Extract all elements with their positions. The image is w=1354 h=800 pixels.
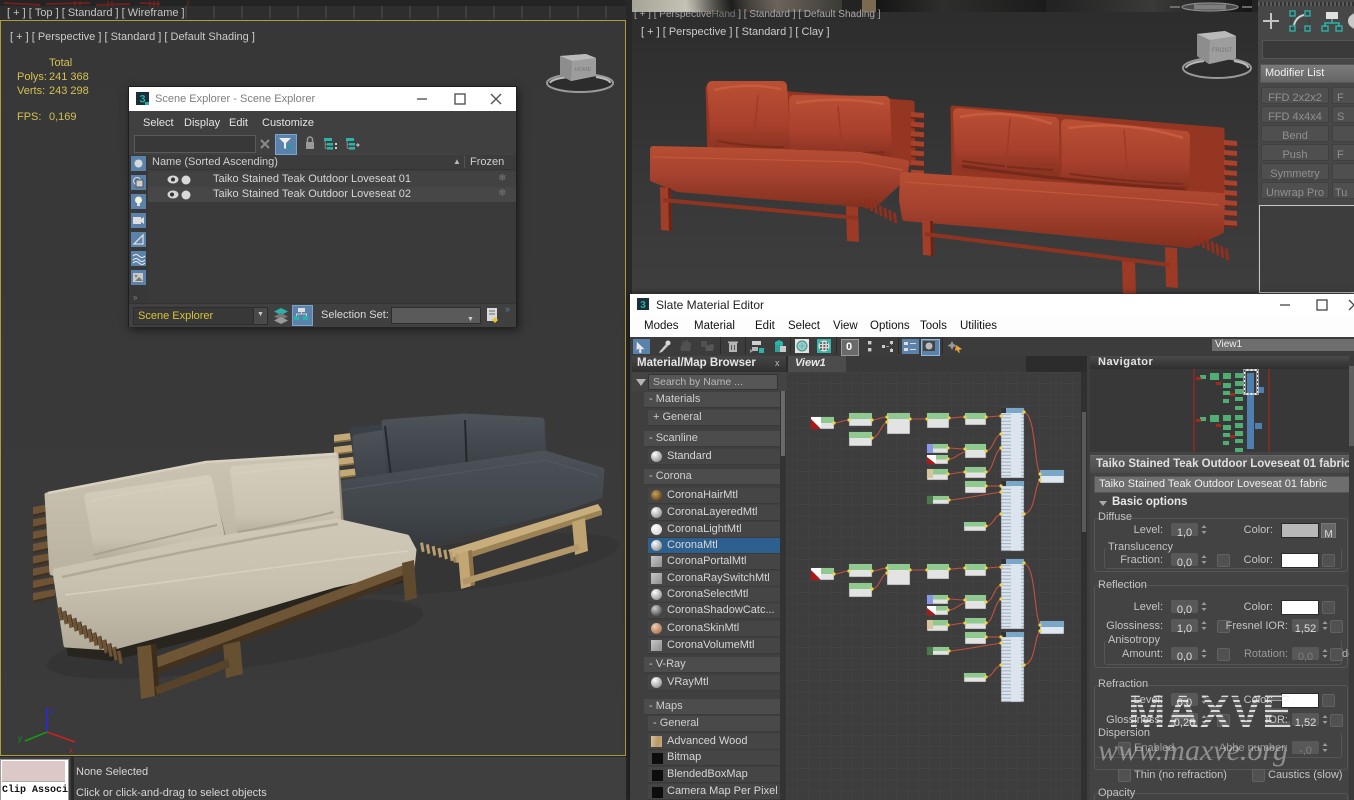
svg-text:y: y xyxy=(18,734,22,743)
svg-text:3: 3 xyxy=(139,94,145,106)
svg-text:3: 3 xyxy=(640,300,646,311)
svg-text:z: z xyxy=(50,706,54,715)
svg-text:x: x xyxy=(69,746,73,755)
